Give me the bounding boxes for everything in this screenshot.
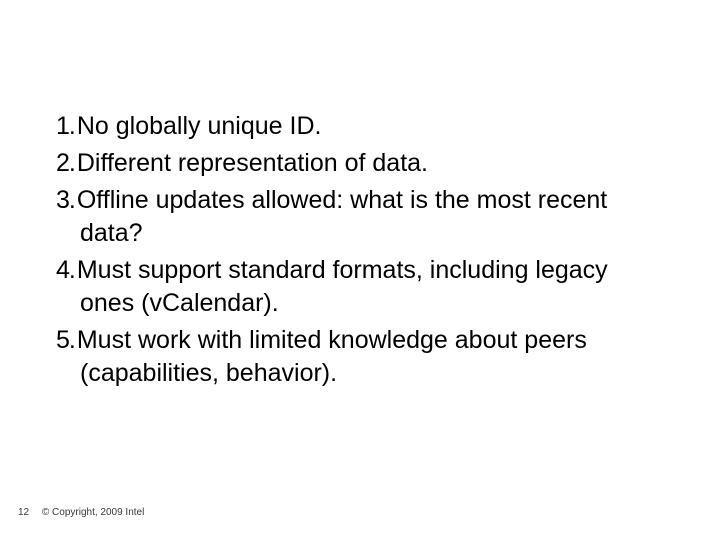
list-item: Offline updates allowed: what is the mos… — [56, 184, 664, 250]
list-item: Must work with limited knowledge about p… — [56, 324, 664, 390]
content-body: No globally unique ID. Different represe… — [56, 110, 664, 394]
page-number: 12 — [18, 507, 29, 518]
list-item: Must support standard formats, including… — [56, 254, 664, 320]
ordered-list: No globally unique ID. Different represe… — [56, 110, 664, 390]
slide: No globally unique ID. Different represe… — [0, 0, 720, 540]
footer: 12 © Copyright, 2009 Intel — [18, 507, 144, 518]
list-item: Different representation of data. — [56, 147, 664, 180]
copyright-text: © Copyright, 2009 Intel — [42, 507, 144, 518]
list-item: No globally unique ID. — [56, 110, 664, 143]
